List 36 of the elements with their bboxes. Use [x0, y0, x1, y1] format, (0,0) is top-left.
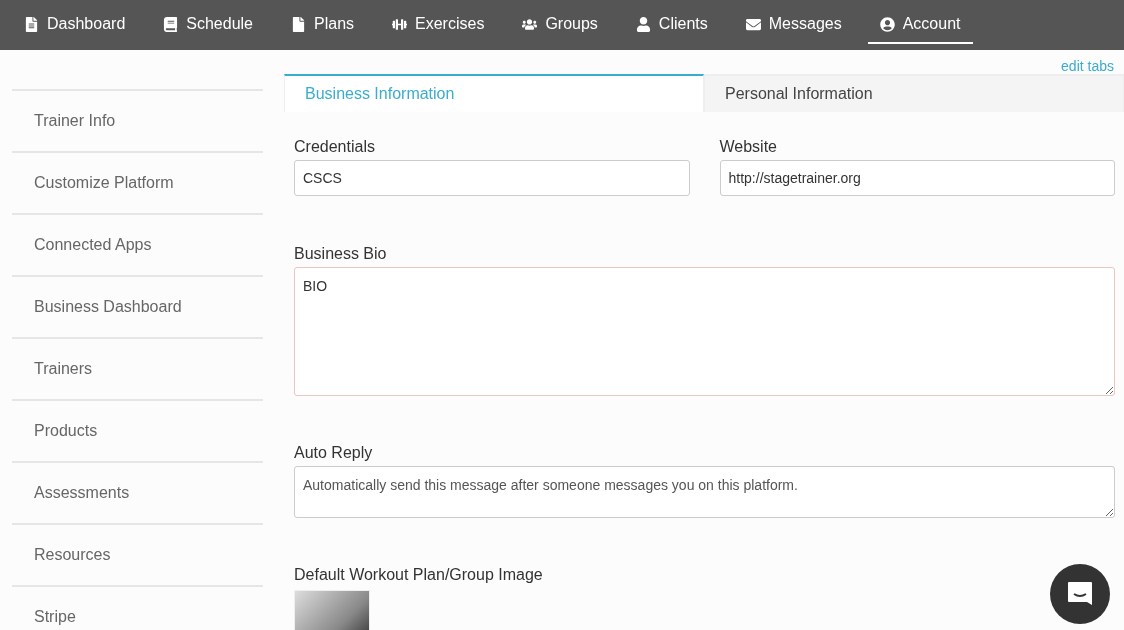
sidebar-item[interactable]: Business Dashboard [12, 275, 263, 337]
field-label: Auto Reply [294, 444, 374, 462]
text-area[interactable]: BIO [294, 267, 1115, 396]
field-label: Website [719, 138, 778, 156]
nav-tab[interactable]: Account [867, 0, 973, 44]
nav-icon [635, 16, 651, 32]
field-label: Business Bio [294, 245, 388, 263]
nav-icon [879, 16, 895, 32]
field-label: Default Workout Plan/Group Image [294, 566, 544, 584]
nav-tab[interactable]: Clients [623, 0, 720, 44]
sidebar-item[interactable]: Customize Platform [12, 151, 263, 213]
nav-icon [163, 16, 179, 32]
nav-icon [291, 16, 306, 32]
nav-tab[interactable]: Groups [510, 0, 610, 44]
nav-icon [745, 16, 761, 32]
sidebar-item[interactable]: Connected Apps [12, 213, 263, 275]
nav-tab[interactable]: Schedule [151, 0, 265, 44]
sidebar-item[interactable]: Assessments [12, 461, 263, 523]
sidebar-item[interactable]: Trainers [12, 337, 263, 399]
sidebar-item[interactable]: Products [12, 399, 263, 461]
input-field[interactable]: CSCS [294, 160, 690, 196]
field-label: Credentials [294, 138, 376, 156]
chat-button[interactable] [1050, 564, 1110, 624]
nav-tab[interactable]: Plans [279, 0, 367, 44]
nav-icon [392, 16, 408, 32]
input-field[interactable]: http://stagetrainer.org [719, 160, 1115, 196]
sidebar-item[interactable]: Resources [12, 523, 263, 585]
sidebar-item[interactable]: Stripe [12, 585, 263, 630]
sidebar-item[interactable]: Trainer Info [12, 89, 263, 151]
nav-tab[interactable]: Exercises [380, 0, 497, 44]
nav-tab[interactable]: Messages [733, 0, 854, 44]
text-area[interactable]: Automatically send this message after someone messages you on this platform. [294, 466, 1115, 518]
tab[interactable]: Personal Information [704, 74, 1124, 112]
nav-tab[interactable]: Dashboard [12, 0, 138, 44]
nav-icon [24, 16, 39, 32]
nav-icon [522, 16, 538, 32]
